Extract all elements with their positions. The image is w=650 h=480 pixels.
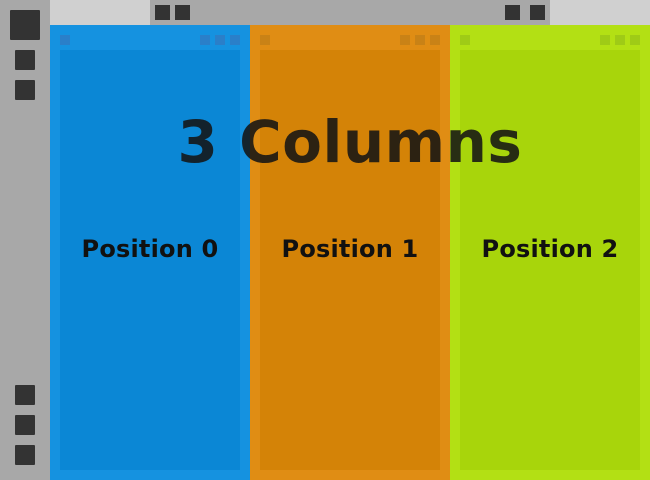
top-area-right: [550, 0, 650, 25]
layout-title: 3 Columns: [177, 108, 523, 176]
column-control-icon[interactable]: [415, 35, 425, 45]
column-label: Position 1: [281, 235, 419, 263]
column-corner-icon: [260, 35, 270, 45]
column-0[interactable]: Position 0: [50, 25, 250, 480]
column-corner-icon: [60, 35, 70, 45]
side-dock: [0, 0, 50, 480]
column-control-icon[interactable]: [230, 35, 240, 45]
column-control-icon[interactable]: [615, 35, 625, 45]
dock-button-large[interactable]: [10, 10, 40, 40]
top-area-left: [50, 0, 150, 25]
column-label: Position 0: [81, 235, 219, 263]
column-control-icon[interactable]: [215, 35, 225, 45]
desktop: Position 0 Position 1 Position 2 3 Colum…: [0, 0, 650, 480]
column-control-icon[interactable]: [630, 35, 640, 45]
column-control-icon[interactable]: [400, 35, 410, 45]
column-2[interactable]: Position 2: [450, 25, 650, 480]
column-label: Position 2: [481, 235, 619, 263]
dock-button-1[interactable]: [15, 50, 35, 70]
top-bar-button-4[interactable]: [530, 5, 545, 20]
column-control-icon[interactable]: [600, 35, 610, 45]
top-bar-button-1[interactable]: [155, 5, 170, 20]
column-control-icon[interactable]: [430, 35, 440, 45]
column-1[interactable]: Position 1: [250, 25, 450, 480]
top-bar: [150, 0, 550, 25]
dock-button-2[interactable]: [15, 80, 35, 100]
dock-button-5[interactable]: [15, 445, 35, 465]
top-bar-button-3[interactable]: [505, 5, 520, 20]
column-control-icon[interactable]: [200, 35, 210, 45]
top-bar-button-2[interactable]: [175, 5, 190, 20]
dock-button-4[interactable]: [15, 415, 35, 435]
column-corner-icon: [460, 35, 470, 45]
dock-button-3[interactable]: [15, 385, 35, 405]
